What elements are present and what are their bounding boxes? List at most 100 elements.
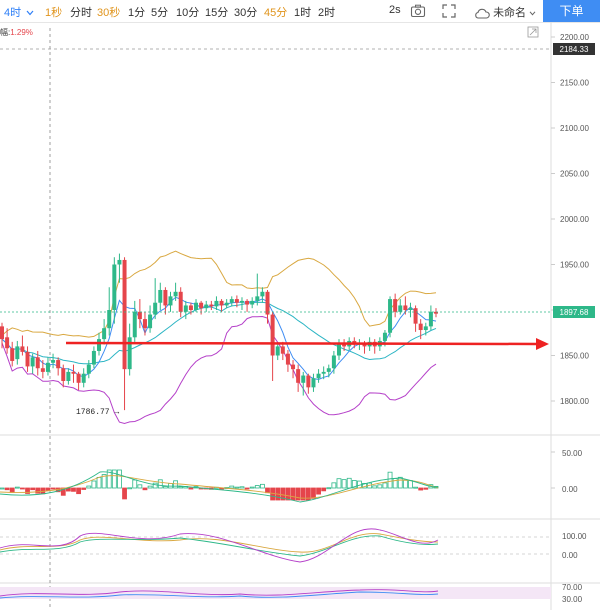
candle-body [81, 373, 86, 383]
macd-bar [249, 486, 255, 489]
macd-bar [122, 487, 127, 500]
interval-5m[interactable]: 5分 [151, 4, 168, 20]
chevron-down-icon [529, 11, 536, 16]
candle-body [122, 259, 127, 370]
candle-body [296, 369, 301, 383]
candle-body [102, 328, 107, 340]
interval-selected-label: 4时 [4, 7, 22, 19]
interval-1m[interactable]: 1分 [128, 4, 145, 20]
candle-body [209, 304, 214, 307]
layout-save-button[interactable]: 未命名 [474, 4, 536, 20]
collapse-icon[interactable] [527, 26, 539, 38]
annotation-arrow [65, 338, 549, 350]
candle-body [291, 364, 296, 370]
interval-10m[interactable]: 10分 [176, 4, 199, 20]
refresh-interval[interactable]: 2s [389, 4, 401, 16]
candle-body [15, 346, 20, 360]
candle-body [311, 378, 316, 388]
candle-body [204, 304, 209, 309]
candle-body [76, 373, 81, 383]
candle-body [280, 346, 285, 354]
candle-body [173, 291, 178, 297]
interval-2h[interactable]: 2时 [318, 4, 335, 20]
candle-body [194, 302, 199, 310]
interval-30m[interactable]: 30分 [234, 4, 257, 20]
candle-body [306, 375, 311, 388]
interval-15m[interactable]: 15分 [205, 4, 228, 20]
macd-bar [321, 487, 327, 492]
candle-body [137, 311, 142, 320]
macd-tick-0: 0.00 [562, 485, 578, 494]
macd-bar [14, 486, 20, 489]
macd-bar [35, 487, 41, 494]
candle-body [398, 305, 403, 312]
price-chart[interactable]: 2200.00 2150.00 2100.00 2050.00 2000.00 1950.… [0, 22, 600, 610]
interval-1s[interactable]: 1秒 [45, 4, 62, 20]
candle-body [97, 339, 102, 351]
macd-bar [290, 487, 296, 501]
candle-body [30, 357, 35, 367]
candle-body [270, 314, 275, 356]
candle-body [214, 300, 219, 307]
kdj-tick-0: 0.00 [562, 551, 578, 560]
macd-bar [254, 485, 260, 489]
macd-bar [346, 477, 352, 489]
macd-bar [0, 487, 5, 490]
candle-body [40, 368, 45, 372]
interval-30s[interactable]: 30秒 [97, 4, 120, 20]
candle-body [326, 368, 331, 372]
candle-body [403, 305, 408, 310]
candle-body [245, 300, 250, 305]
macd-bar [234, 486, 240, 489]
fullscreen-icon[interactable] [441, 3, 457, 19]
svg-text:2184.33: 2184.33 [560, 45, 589, 54]
macd-pane: 50.00 0.00 [0, 449, 583, 503]
candle-body [393, 299, 398, 312]
macd-bar [418, 487, 424, 491]
macd-bar [157, 479, 163, 489]
candle-body [91, 350, 96, 365]
macd-signal-line [0, 475, 439, 499]
interval-selector[interactable]: 4时 [4, 4, 34, 20]
macd-bar [117, 469, 122, 489]
macd-bar [326, 487, 332, 490]
price-tick-label: 2100.00 [560, 124, 589, 133]
interval-1h[interactable]: 1时 [294, 4, 311, 20]
macd-bar [173, 480, 179, 489]
candle-body [229, 299, 234, 303]
macd-line [0, 471, 439, 503]
candle-body [388, 299, 393, 333]
candle-body [153, 302, 158, 315]
candle-body [285, 353, 290, 365]
toolbar: 4时 1秒 分时 30秒 1分 5分 10分 15分 30分 45分 1时 2时… [0, 0, 600, 23]
candle-body [382, 332, 387, 341]
candle-body [61, 368, 66, 381]
candle-body [10, 348, 15, 361]
price-tick-label: 2200.00 [560, 33, 589, 42]
cloud-icon [475, 8, 490, 19]
candle-body [265, 291, 270, 315]
candle-body [25, 351, 30, 367]
macd-bar [387, 471, 393, 489]
price-tick-label: 1950.00 [560, 261, 589, 270]
camera-icon[interactable] [410, 3, 426, 19]
macd-bar [20, 487, 25, 490]
low-price-label: 1786.77 → [76, 408, 119, 417]
candle-body [239, 300, 244, 303]
macd-bar [91, 480, 97, 489]
candle-body [250, 300, 255, 305]
macd-bar [377, 484, 383, 489]
interval-timeline[interactable]: 分时 [70, 4, 92, 20]
place-order-button[interactable]: 下单 [543, 0, 600, 22]
macd-bar [397, 476, 403, 489]
candle-body [56, 360, 61, 369]
rsi-tick-70: 70.00 [562, 583, 583, 592]
candle-body [163, 289, 168, 306]
candle-body [132, 311, 137, 338]
bollinger-lower-line [1, 315, 437, 425]
macd-bar [341, 479, 347, 489]
interval-45m[interactable]: 45分 [264, 4, 287, 20]
high-price-badge: 2184.33 [553, 43, 595, 55]
candle-body [418, 323, 423, 331]
price-tick-label: 1850.00 [560, 352, 589, 361]
